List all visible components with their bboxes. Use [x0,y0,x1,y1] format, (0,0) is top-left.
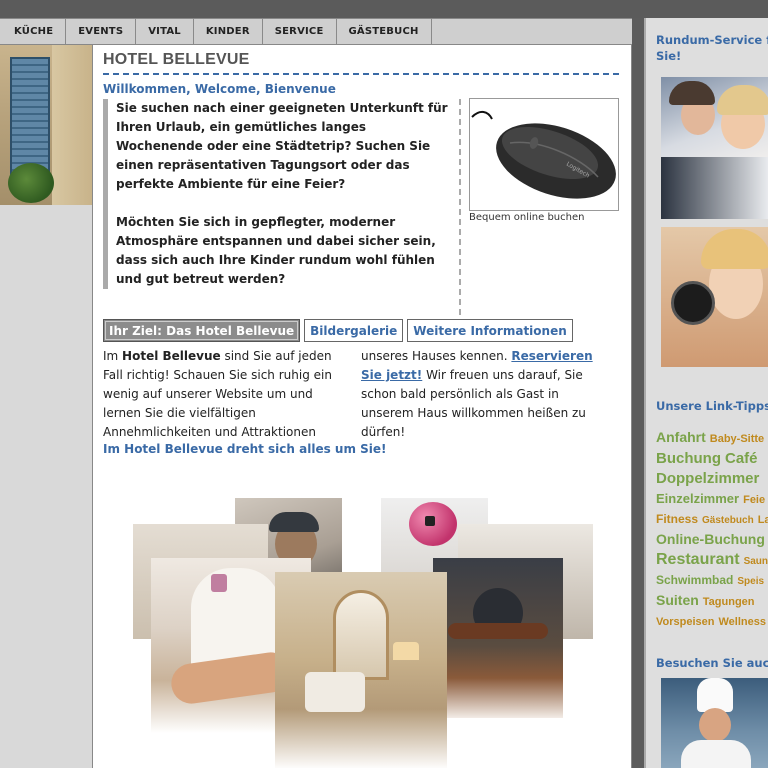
tag-row: Buchung Café [656,449,768,469]
link-tips-heading: Unsere Link-Tipps [656,399,768,413]
woman-mirror-photo[interactable] [661,227,768,367]
page-title: HOTEL BELLEVUE [103,51,250,68]
tag-link[interactable]: Anfahrt [656,429,706,445]
tag-link[interactable]: Online-Buchung [656,531,765,547]
tag-link[interactable]: Fitness [656,512,698,526]
tag-row: Fitness Gästebuch La [656,510,768,530]
col1-prefix: Im [103,349,123,363]
tab-bildergalerie[interactable]: Bildergalerie [304,319,404,342]
tag-link[interactable]: Gästebuch [702,515,754,526]
mouse-icon: Logitech [471,111,616,199]
service-heading-line1: Rundum-Service f [656,33,768,47]
tag-link[interactable]: Vorspeisen [656,616,715,628]
tag-link[interactable]: Doppelzimmer [656,470,759,487]
tag-row: Suiten Tagungen [656,591,768,612]
tag-row: Restaurant Saun [656,550,768,571]
tagline: Im Hotel Bellevue dreht sich alles um Si… [103,442,387,456]
text-column-right: unseres Hauses kennen. Reservieren Sie j… [361,347,611,442]
booking-caption: Bequem online buchen [469,212,585,223]
tag-row: Schwimmbad Speis [656,571,768,591]
vertical-divider [459,99,461,315]
photo-shutter [10,57,50,175]
tag-row: Einzelzimmer Feie [656,489,768,510]
nav-item-events[interactable]: EVENTS [66,19,137,44]
intro-paragraph-2: Möchten Sie sich in gepflegter, moderner… [116,215,436,286]
tag-link[interactable]: Saun [744,556,768,567]
title-divider [103,73,619,75]
tag-link[interactable]: Baby-Sitte [710,433,764,445]
text-column-left: Im Hotel Bellevue sind Sie auf jeden Fal… [103,347,348,442]
tag-link[interactable]: Wellness [719,616,767,628]
photo-wall [52,45,92,205]
intro-paragraph-1: Sie suchen nach einer geeigneten Unterku… [116,101,448,191]
service-heading: Rundum-Service f Sie! [656,32,768,64]
tag-row: Anfahrt Baby-Sitte [656,428,768,449]
tag-link[interactable]: Feie [743,494,765,506]
tag-link[interactable]: La [758,514,768,526]
tag-row: Doppelzimmer [656,469,768,489]
computer-mouse-image[interactable]: Logitech [469,98,619,211]
col2-body: unseres Hauses kennen. [361,349,512,363]
nav-item-service[interactable]: SERVICE [263,19,337,44]
tag-cloud: Anfahrt Baby-Sitte Buchung Café Doppelzimmer… [656,428,768,632]
wedding-photo[interactable] [661,77,768,219]
visit-heading: Besuchen Sie auc [656,656,768,670]
content-tabs: Ihr Ziel: Das Hotel Bellevue Bildergaler… [103,319,573,342]
collage-meeting [433,558,563,718]
tag-link[interactable]: Tagungen [703,596,755,608]
main-content: HOTEL BELLEVUE Willkommen, Welcome, Bien… [93,45,632,768]
nav-item-kinder[interactable]: KINDER [194,19,263,44]
nav-item-vital[interactable]: VITAL [136,19,194,44]
right-sidebar: Rundum-Service f Sie! Unsere Link-Tipps … [644,18,768,768]
tag-link[interactable]: Buchung [656,450,721,467]
tag-link[interactable]: Suiten [656,592,699,608]
main-navigation: KÜCHE EVENTS VITAL KINDER SERVICE GÄSTEB… [0,18,632,45]
nav-item-kueche[interactable]: KÜCHE [0,19,67,44]
left-sidebar [0,45,93,768]
collage-hotel-room [275,572,447,768]
tag-row: Vorspeisen Wellness [656,612,768,632]
service-heading-line2: Sie! [656,49,682,63]
intro-text: Sie suchen nach einer geeigneten Unterku… [103,99,451,289]
tag-link[interactable]: Schwimmbad [656,573,733,587]
tag-link[interactable]: Café [725,450,758,467]
chef-photo[interactable] [661,678,768,768]
tag-link[interactable]: Einzelzimmer [656,491,739,506]
col1-hotel-name: Hotel Bellevue [122,349,221,363]
nav-item-gaestebuch[interactable]: GÄSTEBUCH [337,19,432,44]
tag-link[interactable]: Speis [737,576,764,587]
tab-weitere-informationen[interactable]: Weitere Informationen [407,319,573,342]
photo-collage [133,497,593,768]
tab-ihr-ziel[interactable]: Ihr Ziel: Das Hotel Bellevue [103,319,301,342]
photo-plant [8,163,54,203]
top-strip [0,0,768,18]
tag-row: Online-Buchung [656,530,768,550]
window-shutter-photo [0,45,92,205]
welcome-heading: Willkommen, Welcome, Bienvenue [103,82,336,96]
column-gap [632,18,644,768]
tag-link[interactable]: Restaurant [656,551,740,568]
